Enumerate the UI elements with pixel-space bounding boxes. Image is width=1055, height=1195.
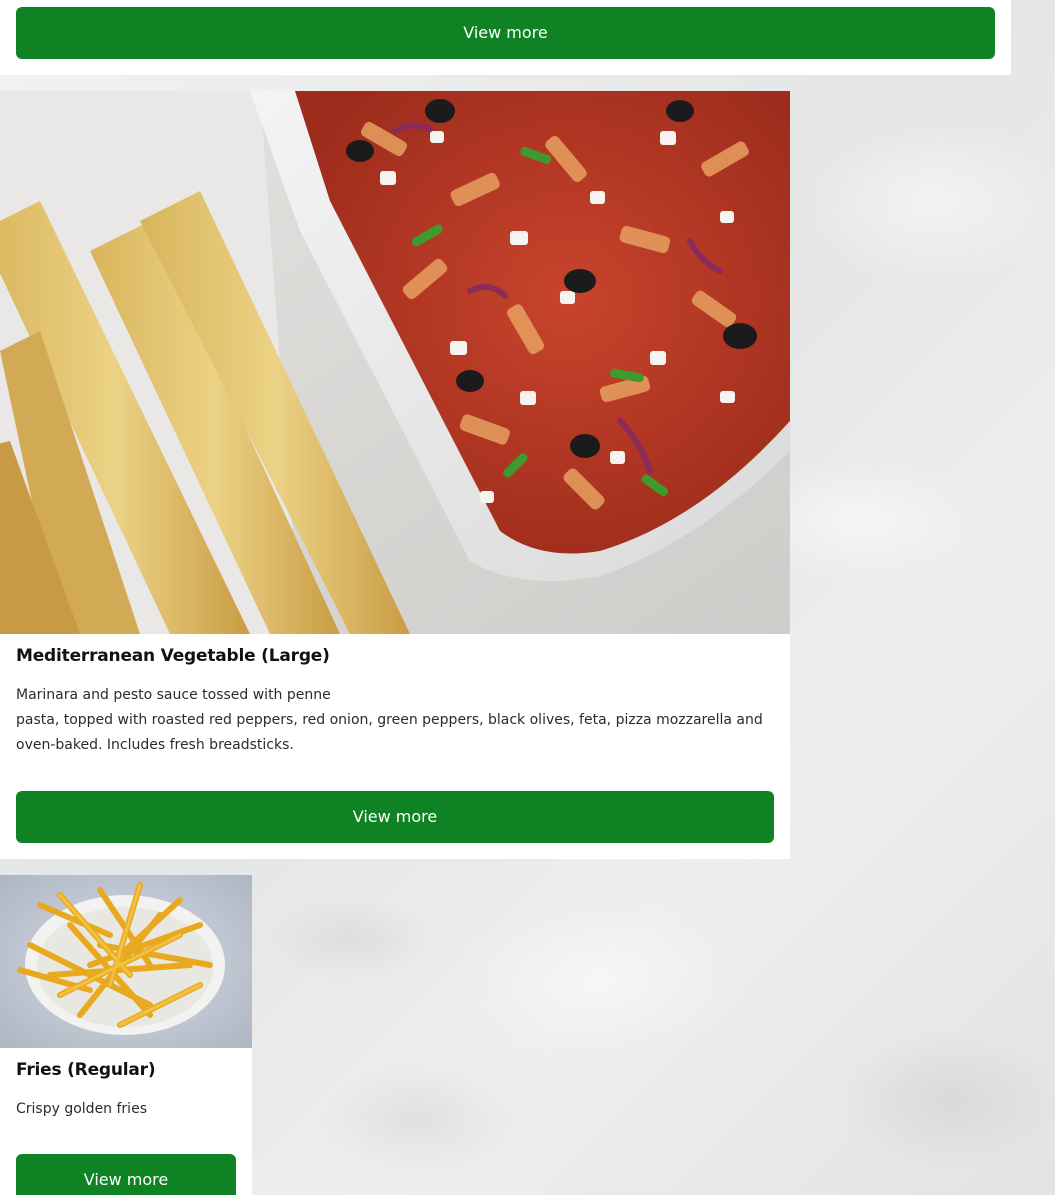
description-rest: pasta, topped with roasted red peppers, … xyxy=(16,712,763,753)
description-line-1: Marinara and pesto sauce tossed with pen… xyxy=(16,687,331,703)
menu-card-mediterranean-vegetable: Mediterranean Vegetable (Large) Marinara… xyxy=(0,91,790,859)
view-more-button[interactable]: View more xyxy=(16,1154,236,1195)
menu-card-previous: View more xyxy=(0,0,1011,75)
view-more-button[interactable]: View more xyxy=(16,791,774,843)
item-title: Fries (Regular) xyxy=(16,1060,156,1080)
product-image[interactable] xyxy=(0,875,252,1048)
menu-card-fries: Fries (Regular) Crispy golden fries View… xyxy=(0,875,252,1195)
item-description: Marinara and pesto sauce tossed with pen… xyxy=(16,683,776,758)
view-more-button[interactable]: View more xyxy=(16,7,995,59)
product-image[interactable] xyxy=(0,91,790,634)
item-description: Crispy golden fries xyxy=(16,1101,147,1117)
item-title: Mediterranean Vegetable (Large) xyxy=(16,646,330,666)
